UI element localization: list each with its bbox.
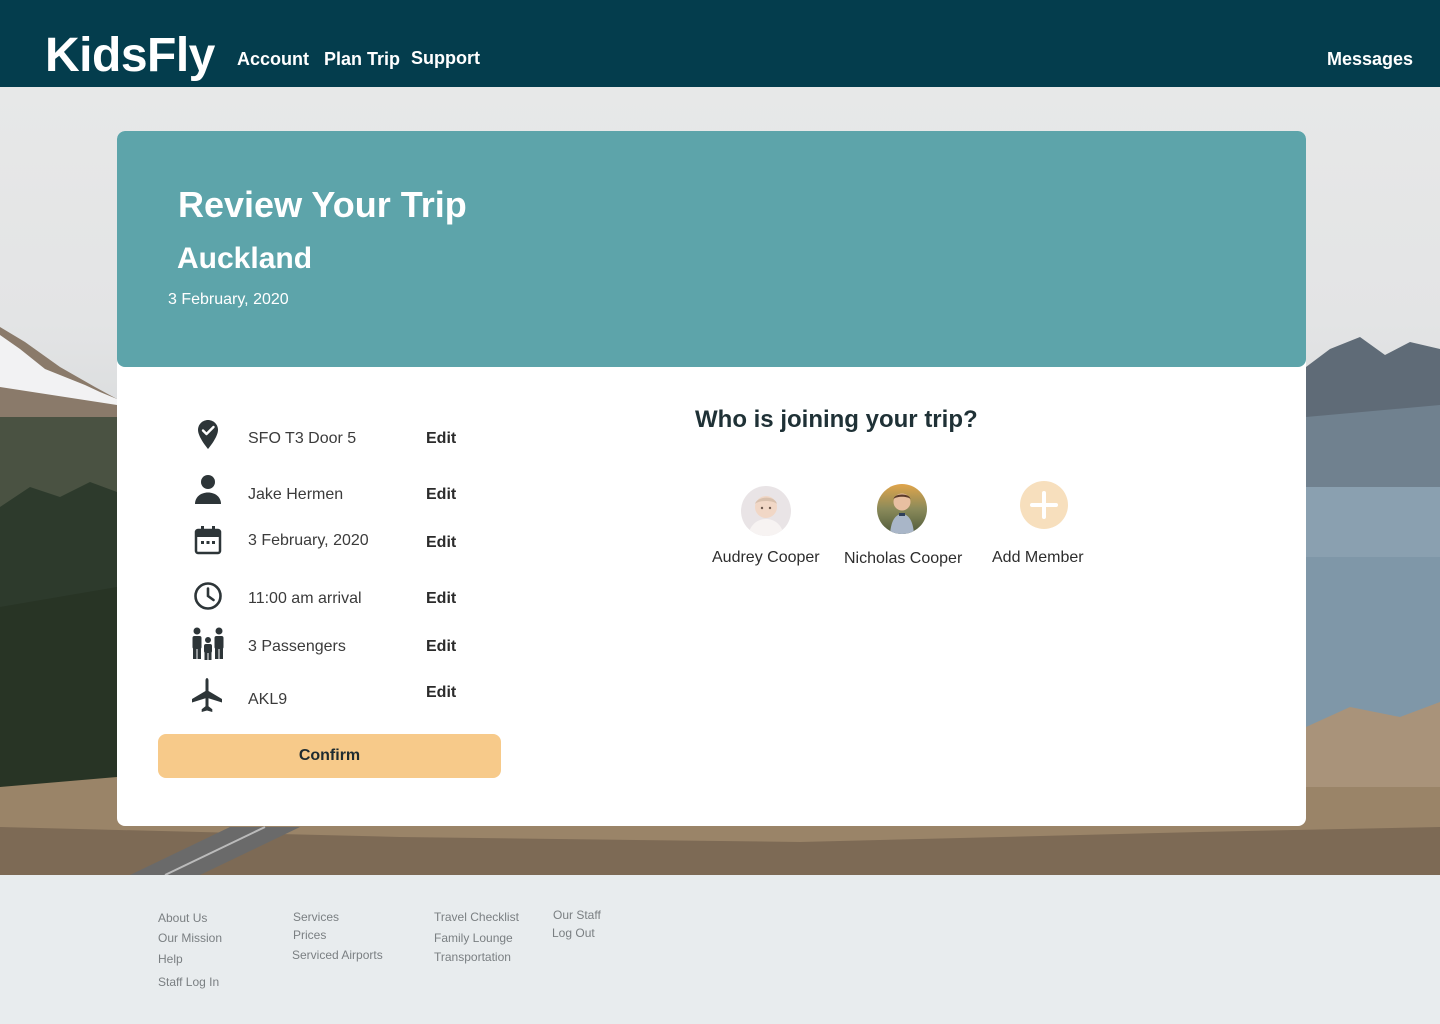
footer-serviced-airports-link[interactable]: Serviced Airports (292, 947, 383, 963)
pickup-location-text: SFO T3 Door 5 (248, 430, 357, 447)
passenger-count-text: 3 Passengers (248, 638, 346, 655)
nav-support-link[interactable]: Support (411, 46, 480, 70)
add-member-plus-icon[interactable] (1020, 481, 1068, 529)
flight-code-text: AKL9 (248, 691, 288, 708)
audrey-name: Audrey Cooper (712, 549, 820, 566)
detail-row-arrival-time: 11:00 am arrival Edit (187, 578, 507, 618)
trip-date: 3 February, 2020 (168, 291, 289, 308)
confirm-button[interactable]: Confirm (158, 734, 501, 778)
audrey-avatar[interactable] (741, 486, 791, 536)
traveler-name-text: Jake Hermen (248, 486, 344, 503)
detail-row-passengers: 3 Passengers Edit (187, 626, 507, 666)
footer-staff-log-in-link[interactable]: Staff Log In (158, 974, 219, 990)
footer-our-staff-link[interactable]: Our Staff (553, 907, 601, 923)
footer-transportation-link[interactable]: Transportation (434, 949, 511, 965)
footer-services-link[interactable]: Services (293, 909, 339, 925)
edit-traveler-link[interactable]: Edit (426, 485, 456, 505)
clock-icon (187, 578, 229, 618)
detail-row-flight: AKL9 Edit (187, 675, 507, 715)
edit-flight-link[interactable]: Edit (426, 683, 456, 703)
airplane-icon (187, 675, 229, 715)
calendar-icon (187, 522, 229, 562)
nicholas-name: Nicholas Cooper (844, 550, 963, 567)
member-card-audrey[interactable]: Audrey Cooper (712, 486, 822, 571)
nav-plan-trip-link[interactable]: Plan Trip (324, 47, 400, 71)
nicholas-avatar[interactable] (877, 484, 927, 534)
footer-family-lounge-link[interactable]: Family Lounge (434, 930, 513, 946)
add-member-button[interactable]: Add Member (992, 481, 1092, 569)
member-card-nicholas[interactable]: Nicholas Cooper (844, 484, 964, 571)
location-pin-icon (187, 418, 229, 458)
nav-account-link[interactable]: Account (237, 47, 309, 71)
site-footer: About Us Our Mission Help Staff Log In S… (0, 875, 1440, 1024)
page-title: Review Your Trip (178, 184, 467, 225)
top-navigation-bar: KidsFly Account Plan Trip Support Messag… (0, 0, 1440, 87)
nav-messages-link[interactable]: Messages (1327, 47, 1413, 71)
footer-log-out-link[interactable]: Log Out (552, 925, 595, 941)
trip-summary-banner: Review Your Trip Auckland 3 February, 20… (117, 131, 1306, 367)
add-member-label: Add Member (992, 549, 1084, 566)
detail-row-pickup-location: SFO T3 Door 5 Edit (187, 418, 507, 458)
person-icon (187, 474, 229, 514)
kidsfly-logo[interactable]: KidsFly (45, 28, 215, 84)
arrival-time-text: 11:00 am arrival (248, 590, 362, 607)
trip-date-text: 3 February, 2020 (248, 532, 369, 549)
footer-help-link[interactable]: Help (158, 951, 183, 967)
destination-city: Auckland (177, 242, 313, 275)
footer-prices-link[interactable]: Prices (293, 927, 326, 943)
footer-travel-checklist-link[interactable]: Travel Checklist (434, 909, 519, 925)
family-icon (187, 626, 229, 666)
edit-arrival-time-link[interactable]: Edit (426, 589, 456, 609)
detail-row-date: 3 February, 2020 Edit (187, 522, 507, 562)
edit-pickup-location-link[interactable]: Edit (426, 429, 456, 449)
edit-passengers-link[interactable]: Edit (426, 637, 456, 657)
members-section-title: Who is joining your trip? (695, 406, 978, 433)
trip-review-card: Review Your Trip Auckland 3 February, 20… (117, 131, 1306, 826)
edit-date-link[interactable]: Edit (426, 533, 456, 553)
footer-our-mission-link[interactable]: Our Mission (158, 930, 222, 946)
detail-row-traveler: Jake Hermen Edit (187, 474, 507, 514)
footer-about-us-link[interactable]: About Us (158, 910, 207, 926)
